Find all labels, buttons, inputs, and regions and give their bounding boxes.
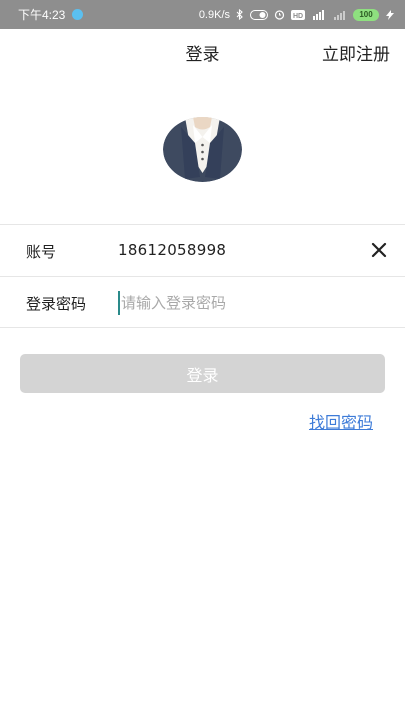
alarm-icon	[274, 9, 285, 20]
status-time: 下午4:23	[18, 8, 66, 22]
network-speed: 0.9K/s	[198, 8, 230, 21]
forgot-password-link[interactable]: 找回密码	[309, 409, 373, 433]
password-label: 登录密码	[26, 295, 87, 313]
charging-icon	[385, 9, 395, 20]
divider-middle	[0, 276, 405, 277]
status-bar: 下午4:23 0.9K/s HD 100	[0, 0, 405, 29]
app-notification-icon	[72, 9, 84, 20]
password-input[interactable]	[118, 291, 378, 315]
account-field[interactable]: 18612058998	[118, 241, 226, 259]
bluetooth-icon	[236, 9, 244, 20]
status-left: 下午4:23	[18, 6, 84, 23]
register-link[interactable]: 立即注册	[322, 40, 390, 65]
hd-icon: HD	[291, 9, 305, 20]
divider-bottom	[0, 327, 405, 328]
signal-4g-icon	[311, 9, 327, 20]
hd-badge-text: HD	[293, 13, 303, 20]
account-label: 账号	[26, 243, 57, 261]
divider-top	[0, 224, 405, 225]
clear-account-button[interactable]	[368, 239, 390, 261]
signal-weak-icon	[333, 9, 347, 20]
toggle-icon	[250, 9, 268, 20]
close-icon	[371, 242, 387, 258]
status-right: 0.9K/s HD 100	[198, 8, 395, 21]
battery-icon: 100	[353, 8, 379, 21]
login-button[interactable]: 登录	[20, 354, 385, 393]
user-avatar-icon	[163, 117, 242, 182]
